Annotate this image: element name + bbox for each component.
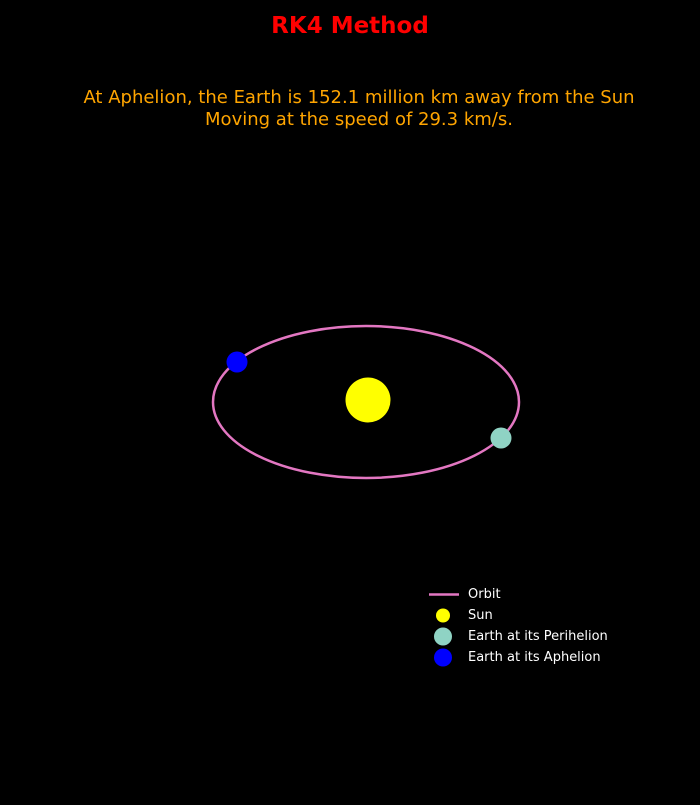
legend-item-orbit: Orbit xyxy=(426,584,636,605)
legend-label-sun: Sun xyxy=(468,608,493,623)
perihelion-earth-marker xyxy=(490,427,512,449)
legend-item-aphelion: Earth at its Aphelion xyxy=(426,647,636,668)
sun-dot-icon xyxy=(436,608,450,623)
sun-marker xyxy=(345,377,391,423)
orbit-scene xyxy=(211,324,521,480)
legend-item-sun: Sun xyxy=(426,605,636,626)
aphelion-dot-icon xyxy=(434,648,452,667)
legend-label-aphelion: Earth at its Aphelion xyxy=(468,650,601,665)
legend-item-perihelion: Earth at its Perihelion xyxy=(426,626,636,647)
legend: Orbit Sun Earth at its Perihelion Earth … xyxy=(426,584,636,668)
legend-label-orbit: Orbit xyxy=(468,587,501,602)
aphelion-earth-marker xyxy=(226,351,248,373)
legend-label-perihelion: Earth at its Perihelion xyxy=(468,629,608,644)
orbit-line-icon xyxy=(429,593,459,596)
perihelion-dot-icon xyxy=(434,627,452,646)
